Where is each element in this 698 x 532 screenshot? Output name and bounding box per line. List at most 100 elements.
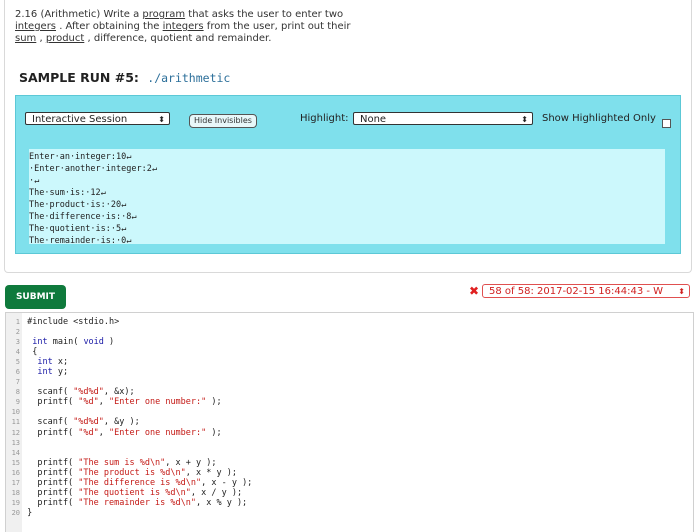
line-number: 19 <box>11 498 20 507</box>
code-line: 2 <box>6 327 252 337</box>
prompt-text: , <box>36 33 46 44</box>
terminal-line: ·↵ <box>29 176 40 186</box>
code-line: 4 { <box>6 347 252 357</box>
prompt-text: that asks the user to enter two <box>185 9 344 20</box>
line-number: 8 <box>15 388 20 397</box>
x-icon: ✖ <box>469 284 480 298</box>
code-text: printf( "The remainder is %d\n", x % y )… <box>22 497 248 508</box>
code-text: printf( "The quotient is %d\n", x / y ); <box>22 487 243 498</box>
code-text: { <box>22 347 38 358</box>
hide-invisibles-button[interactable]: Hide Invisibles <box>189 114 257 128</box>
code-line: 11 scanf( "%d%d", &y ); <box>6 417 252 427</box>
highlight-select-value: None <box>360 114 387 125</box>
code-line: 13 <box>6 438 252 448</box>
updown-arrows-icon: ⬍ <box>158 115 165 124</box>
line-number: 7 <box>15 378 20 387</box>
code-line: 3 int main( void ) <box>6 337 252 347</box>
updown-arrows-icon: ⬍ <box>521 115 528 124</box>
sample-run-command: ./arithmetic <box>147 71 231 85</box>
code-line: 14 <box>6 448 252 458</box>
show-highlighted-only-label: Show Highlighted Only <box>542 113 656 124</box>
line-number: 3 <box>15 338 20 347</box>
code-line: 5 int x; <box>6 357 252 367</box>
line-number: 9 <box>15 398 20 407</box>
code-line: 6 int y; <box>6 367 252 377</box>
prompt-text: 2.16 (Arithmetic) Write a <box>15 9 143 20</box>
terminal-line: The·product·is:·20↵ <box>29 200 127 210</box>
code-line: 8 scanf( "%d%d", &x); <box>6 387 252 397</box>
terminal-line: Enter·an·integer:10↵ <box>29 152 132 162</box>
line-number: 6 <box>15 368 20 377</box>
terminal-line: The·remainder·is:·0↵ <box>29 236 132 246</box>
code-text: printf( "The difference is %d\n", x - y … <box>22 477 253 488</box>
prompt-text: from the user, print out their <box>203 21 351 32</box>
session-select[interactable]: Interactive Session ⬍ <box>25 112 170 125</box>
link-product[interactable]: product <box>46 33 84 44</box>
line-number: 18 <box>11 488 20 497</box>
code-text: } <box>22 507 33 518</box>
code-line: 19 printf( "The remainder is %d\n", x % … <box>6 498 252 508</box>
terminal-line: The·sum·is:·12↵ <box>29 188 106 198</box>
line-number: 4 <box>15 348 20 357</box>
code-line: 10 <box>6 407 252 417</box>
terminal-text: Enter·an·integer:10↵ ·Enter·another·integ… <box>29 149 665 247</box>
terminal-line: The·difference·is:·8↵ <box>29 212 137 222</box>
code-text: printf( "The product is %d\n", x * y ); <box>22 467 237 478</box>
code-lines: 1 #include <stdio.h> 2 3 int main( void )… <box>6 317 253 518</box>
terminal-output: Enter·an·integer:10↵ ·Enter·another·integ… <box>29 149 665 247</box>
code-editor[interactable]: 1 #include <stdio.h> 2 3 int main( void )… <box>5 312 694 532</box>
line-number: 11 <box>11 418 20 427</box>
code-line: 15 printf( "The sum is %d\n", x + y ); <box>6 458 252 468</box>
code-text: scanf( "%d%d", &y ); <box>22 417 140 428</box>
code-text: printf( "The sum is %d\n", x + y ); <box>22 457 217 468</box>
history-select-value: 58 of 58: 2017-02-15 16:44:43 - W <box>489 286 664 297</box>
submit-button[interactable]: SUBMIT <box>5 285 66 309</box>
terminal-line: The·quotient·is:·5↵ <box>29 224 127 234</box>
updown-arrows-icon: ⬍ <box>678 287 685 296</box>
line-number: 5 <box>15 358 20 367</box>
line-number: 12 <box>11 428 20 437</box>
line-number: 1 <box>15 318 20 326</box>
code-text: int main( void ) <box>32 337 115 348</box>
code-line: 7 <box>6 377 252 387</box>
link-sum[interactable]: sum <box>15 33 36 44</box>
line-number: 15 <box>11 458 20 467</box>
code-line: 20 } <box>6 508 252 518</box>
show-highlighted-only-checkbox[interactable] <box>662 119 671 128</box>
line-number: 2 <box>15 328 20 337</box>
code-text: #include <stdio.h> <box>22 317 120 327</box>
link-integers[interactable]: integers <box>15 21 56 32</box>
prompt-text: , difference, quotient and remainder. <box>84 33 272 44</box>
code-text: int y; <box>37 367 69 378</box>
code-line: 9 printf( "%d", "Enter one number:" ); <box>6 397 252 407</box>
line-number: 20 <box>11 508 20 517</box>
sample-run-title: SAMPLE RUN #5: ./arithmetic <box>19 70 230 85</box>
sample-run-panel: Interactive Session ⬍ Hide Invisibles Hi… <box>15 95 681 254</box>
code-line: 17 printf( "The difference is %d\n", x -… <box>6 477 253 488</box>
problem-card: 2.16 (Arithmetic) Write a program that a… <box>4 0 692 273</box>
problem-prompt: 2.16 (Arithmetic) Write a program that a… <box>15 9 375 45</box>
highlight-select[interactable]: None ⬍ <box>353 112 533 125</box>
link-program[interactable]: program <box>142 9 185 20</box>
terminal-line: ·Enter·another·integer:2↵ <box>29 164 157 174</box>
code-line: 12 printf( "%d", "Enter one number:" ); <box>6 428 252 438</box>
history-select[interactable]: 58 of 58: 2017-02-15 16:44:43 - W ⬍ <box>482 284 690 298</box>
code-line: 1 #include <stdio.h> <box>6 317 252 327</box>
link-integers[interactable]: integers <box>163 21 204 32</box>
line-number: 10 <box>11 408 20 417</box>
line-number: 14 <box>11 448 20 457</box>
code-text: scanf( "%d%d", &x); <box>22 387 135 398</box>
sample-run-label: SAMPLE RUN #5: <box>19 70 139 85</box>
session-select-value: Interactive Session <box>32 114 128 125</box>
code-text: int x; <box>37 357 69 368</box>
code-text: printf( "%d", "Enter one number:" ); <box>22 427 222 438</box>
code-line: 16 printf( "The product is %d\n", x * y … <box>6 468 252 478</box>
code-line: 18 printf( "The quotient is %d\n", x / y… <box>6 488 252 498</box>
line-number: 13 <box>11 438 20 447</box>
highlight-label: Highlight: <box>300 113 349 124</box>
